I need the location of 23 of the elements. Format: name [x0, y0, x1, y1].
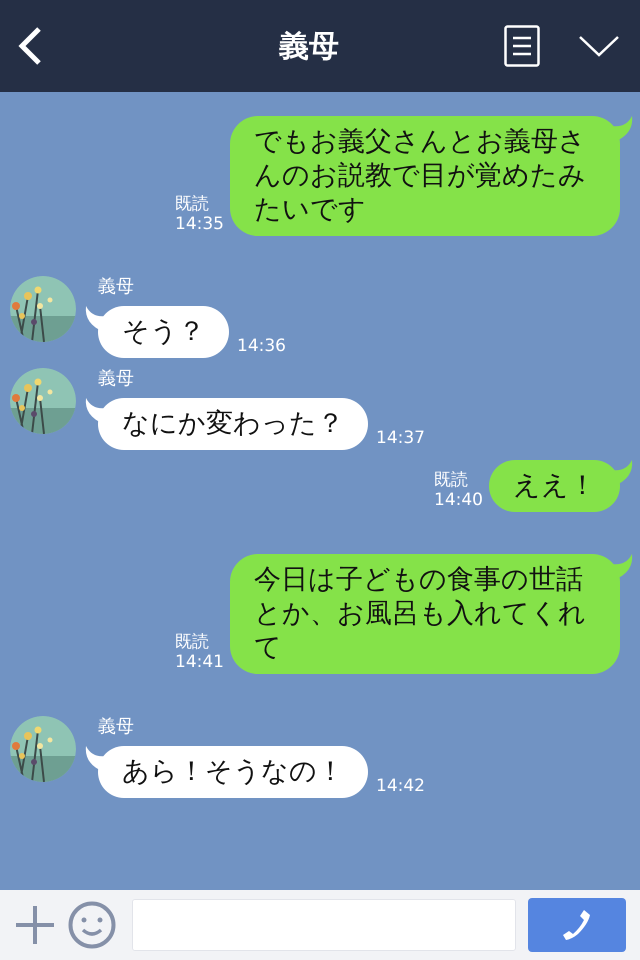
message-bubble: 今日は子どもの食事の世話とか、お風呂も入れてくれて [230, 554, 620, 674]
message-time: 14:40 [434, 490, 483, 510]
sender-name: 義母 [98, 368, 135, 390]
call-button[interactable] [528, 898, 626, 952]
chat-title: 義母 [279, 28, 339, 66]
message-time: 14:42 [376, 776, 425, 796]
sender-name: 義母 [98, 276, 135, 298]
message-bubble: でもお義父さんとお義母さんのお説教で目が覚めたみたいです [230, 116, 620, 236]
message-input[interactable] [132, 899, 516, 951]
phone-icon [562, 908, 592, 942]
list-icon[interactable] [504, 25, 540, 67]
read-receipt: 既読 [175, 194, 210, 214]
chevron-down-icon[interactable] [578, 34, 620, 58]
read-receipt: 既読 [175, 632, 210, 652]
message-time: 14:37 [376, 428, 425, 448]
smiley-icon[interactable] [68, 901, 116, 949]
read-receipt: 既読 [434, 470, 469, 490]
message-time: 14:41 [175, 652, 224, 672]
sender-name: 義母 [98, 716, 135, 738]
back-icon[interactable] [16, 26, 44, 66]
message-time: 14:36 [237, 336, 286, 356]
plus-icon[interactable] [14, 904, 56, 946]
message-time: 14:35 [175, 214, 224, 234]
